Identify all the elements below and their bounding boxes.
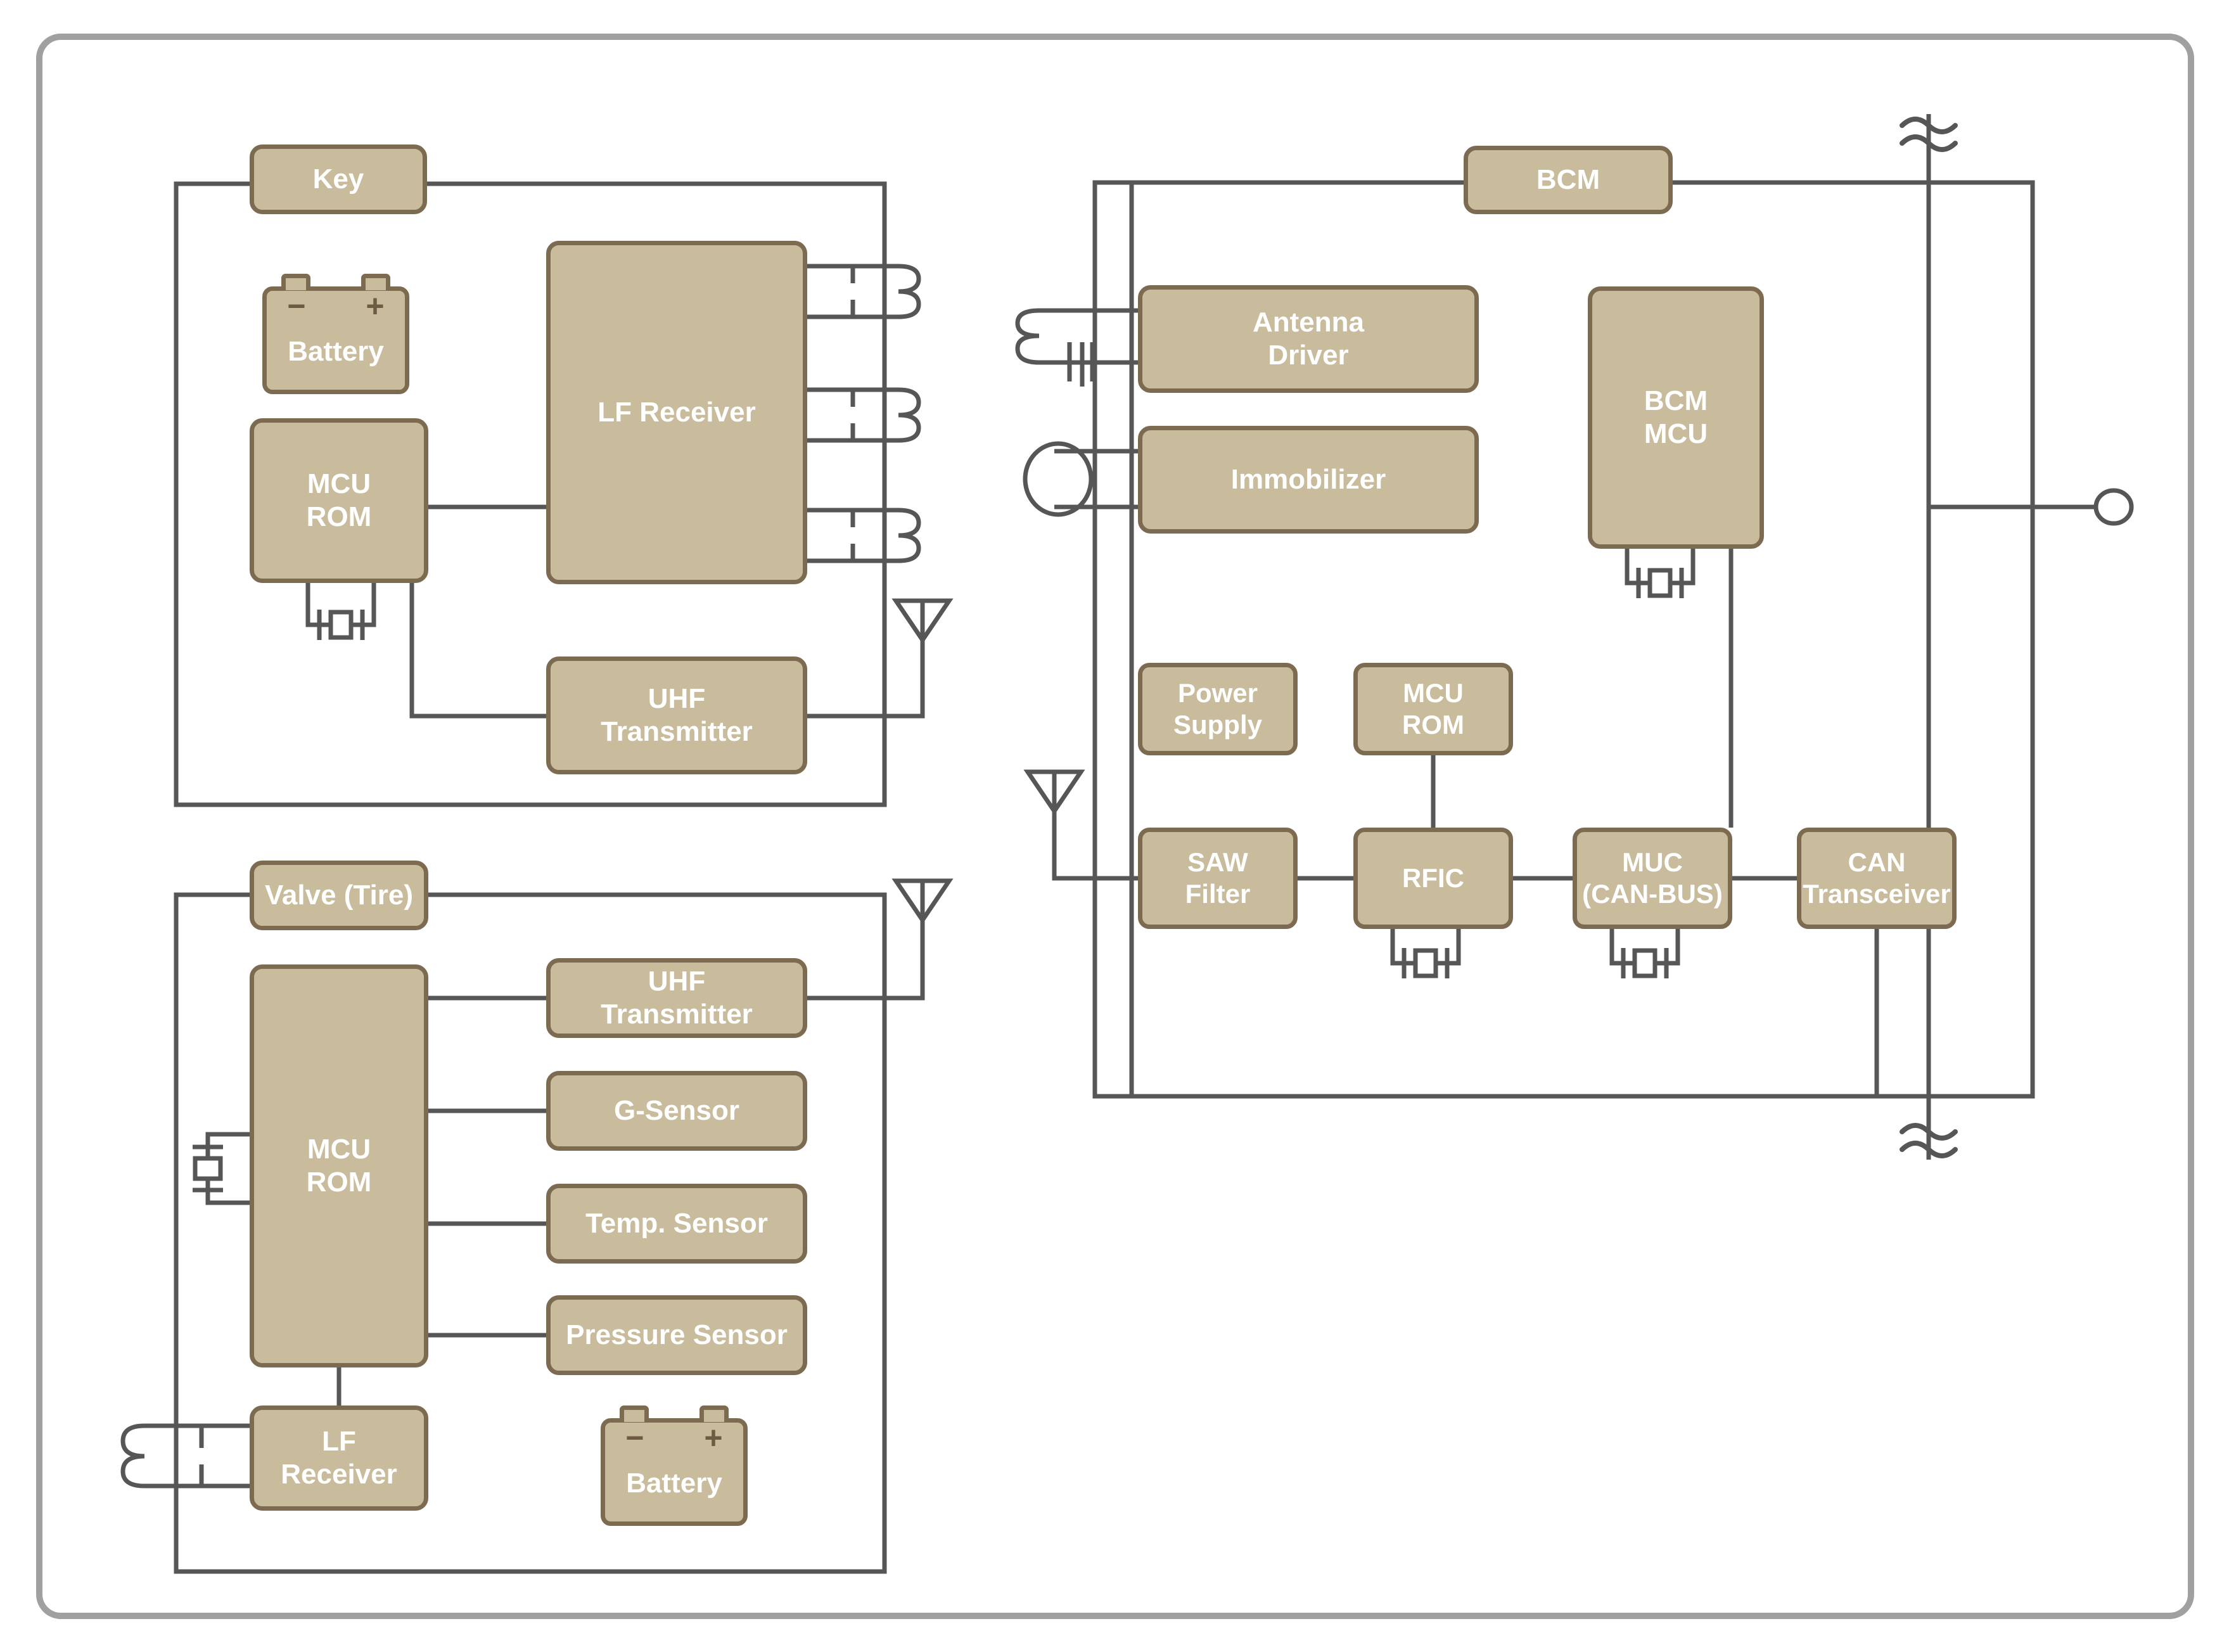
block-immobilizer[interactable] xyxy=(1138,426,1479,534)
block-temp-sensor[interactable] xyxy=(546,1184,807,1264)
block-bcm-mcu[interactable] xyxy=(1588,286,1764,549)
can-bus-rails xyxy=(1874,114,2097,1160)
tpms-lf-tank xyxy=(120,1423,250,1489)
can-connector-node xyxy=(2093,488,2134,526)
antenna-icon xyxy=(896,601,949,640)
block-tpms-lf-receiver[interactable] xyxy=(250,1405,428,1511)
diagram-canvas: Key − + Battery MCU ROM LF Receiver UHF … xyxy=(0,0,2229,1652)
immobilizer-loop-antenna xyxy=(1023,441,1138,517)
diagram-svg xyxy=(36,34,2194,1619)
block-tpms-mcu[interactable] xyxy=(250,964,428,1367)
tpms-mcu-crystal-wires xyxy=(205,1132,250,1205)
block-tpms-uhf-transmitter[interactable] xyxy=(546,958,807,1038)
antenna-driver-lc xyxy=(1015,308,1138,387)
block-bcm[interactable] xyxy=(1464,146,1673,214)
lf-tank-1 xyxy=(807,264,921,319)
key-battery-minus-sign: − xyxy=(287,288,306,324)
antenna-icon xyxy=(896,881,949,920)
block-key-uhf-transmitter[interactable] xyxy=(546,656,807,774)
symbol-layer xyxy=(193,119,1955,1190)
tpms-battery-plus-sign: + xyxy=(704,1420,723,1456)
block-valve-tire[interactable] xyxy=(250,861,428,930)
lf-tank-2 xyxy=(807,387,921,443)
lf-tank-3 xyxy=(807,508,921,563)
block-key-mcu[interactable] xyxy=(250,418,428,583)
block-lf-receiver[interactable] xyxy=(546,241,807,584)
block-muc-canbus[interactable] xyxy=(1573,828,1732,929)
antenna-icon xyxy=(1028,772,1081,811)
outer-frame xyxy=(36,34,2194,1619)
block-antenna-driver[interactable] xyxy=(1138,285,1479,393)
block-pressure-sensor[interactable] xyxy=(546,1295,807,1375)
block-rfic[interactable] xyxy=(1353,828,1513,929)
block-saw-filter[interactable] xyxy=(1138,828,1298,929)
block-g-sensor[interactable] xyxy=(546,1071,807,1151)
block-key[interactable] xyxy=(250,144,427,214)
tpms-battery-minus-sign: − xyxy=(625,1420,644,1456)
block-can-transceiver[interactable] xyxy=(1797,828,1957,929)
block-bcm-mcu-rom[interactable] xyxy=(1353,663,1513,755)
block-power-supply[interactable] xyxy=(1138,663,1298,755)
key-battery-plus-sign: + xyxy=(366,288,385,324)
